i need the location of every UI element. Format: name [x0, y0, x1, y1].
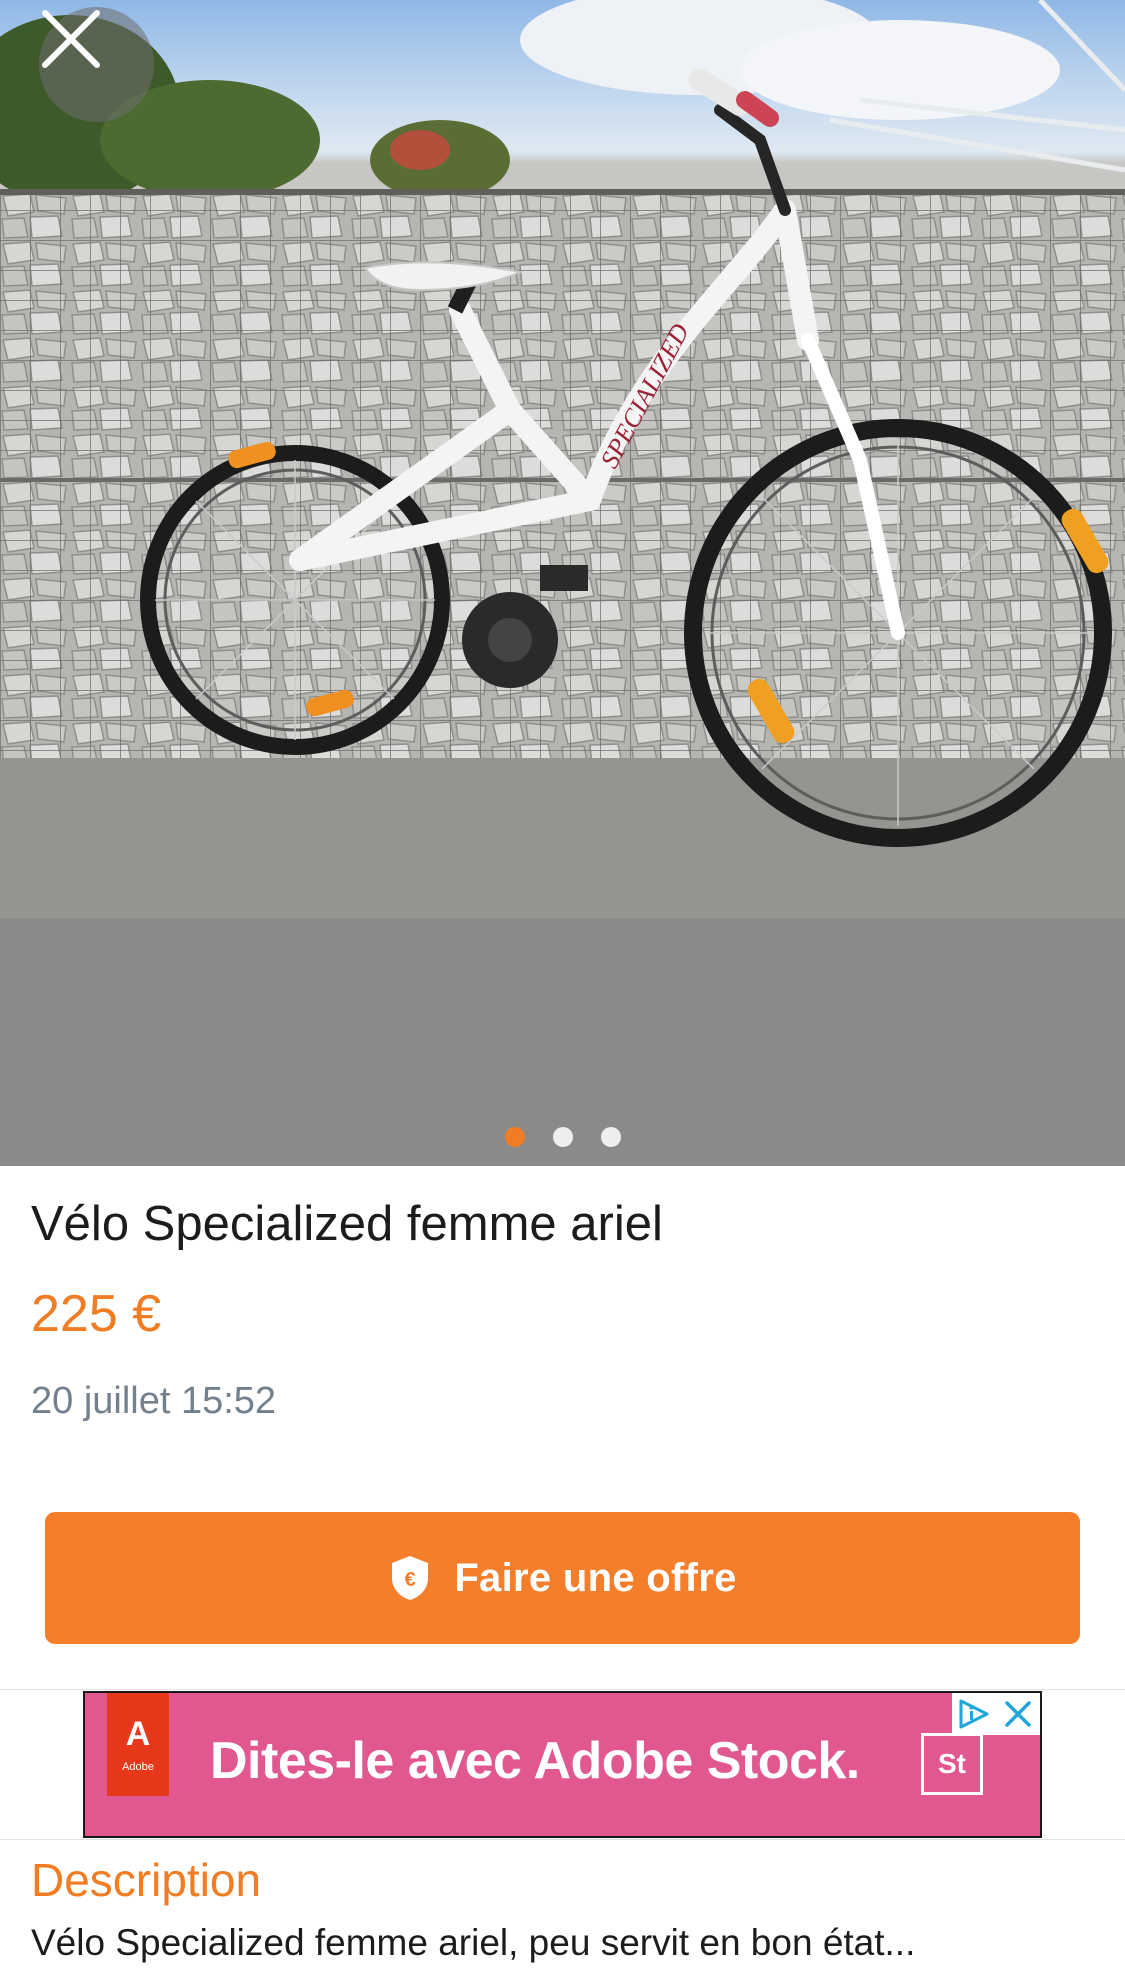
svg-text:€: €	[405, 1569, 416, 1591]
divider	[0, 1839, 1125, 1840]
pagination-dot-active[interactable]	[504, 1127, 525, 1147]
adchoices-button[interactable]	[952, 1693, 996, 1735]
stock-badge: St	[921, 1733, 983, 1795]
listing-title: Vélo Specialized femme ariel	[31, 1197, 663, 1251]
listing-date: 20 juillet 15:52	[31, 1380, 277, 1422]
adobe-logo-word: Adobe	[122, 1760, 154, 1773]
adchoices-icon	[959, 1699, 989, 1729]
adobe-logo-letter: A	[125, 1714, 151, 1753]
bicycle-photo: SPECIALIZED	[0, 0, 1125, 1166]
ad-close-button[interactable]	[996, 1693, 1040, 1735]
ad-headline: Dites-le avec Adobe Stock.	[210, 1732, 860, 1790]
close-icon	[1005, 1701, 1031, 1727]
description-heading: Description	[31, 1854, 262, 1906]
close-gallery-button[interactable]	[39, 7, 154, 122]
pagination-dot[interactable]	[552, 1127, 573, 1147]
make-offer-label: Faire une offre	[454, 1555, 737, 1600]
make-offer-button[interactable]: € Faire une offre	[45, 1512, 1080, 1644]
description-text: Vélo Specialized femme ariel, peu servit…	[31, 1922, 916, 1963]
photo-gallery[interactable]: SPECIALIZED	[0, 0, 1125, 1166]
gallery-pagination	[0, 1127, 1125, 1147]
close-icon	[42, 10, 100, 68]
pagination-dot[interactable]	[600, 1127, 621, 1147]
ad-banner[interactable]: A Adobe Dites-le avec Adobe Stock. St	[83, 1691, 1042, 1838]
euro-shield-icon: €	[392, 1556, 429, 1600]
adobe-logo: A Adobe	[107, 1693, 169, 1796]
listing-price: 225 €	[31, 1285, 162, 1343]
divider	[0, 1689, 1125, 1690]
